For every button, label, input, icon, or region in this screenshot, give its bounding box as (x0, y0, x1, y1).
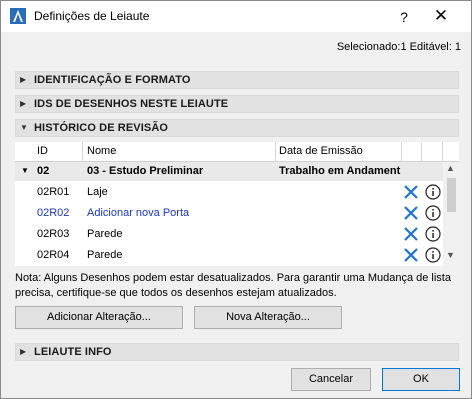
row-id: 02R02 (37, 207, 70, 219)
revision-group-row[interactable]: ▼ 02 03 - Estudo Preliminar Trabalho em … (15, 162, 443, 181)
help-button[interactable]: ? (394, 7, 414, 27)
column-header-data[interactable]: Data de Emissão (279, 145, 363, 157)
section-historico[interactable]: ▼ HISTÓRICO DE REVISÃO (15, 119, 459, 137)
close-button[interactable]: ✕ (431, 6, 451, 26)
column-separator (82, 142, 83, 162)
table-row[interactable]: 02R01 Laje (15, 182, 443, 203)
vertical-scrollbar[interactable]: ▲ ▼ (443, 162, 459, 266)
expand-arrow-icon: ▶ (20, 75, 27, 84)
revision-table: ID Nome Data de Emissão ▼ 02 03 - Estudo… (15, 142, 459, 266)
group-date: Trabalho em Andament (279, 165, 401, 177)
outdated-drawings-note: Nota: Alguns Desenhos podem estar desatu… (15, 272, 451, 299)
ok-button[interactable]: OK (382, 368, 460, 391)
section-label: IDENTIFICAÇÃO E FORMATO (34, 74, 191, 86)
row-id: 02R04 (37, 249, 70, 261)
column-separator (401, 142, 402, 162)
row-name: Parede (87, 228, 123, 240)
dialog-window: Definições de Leiaute ? ✕ Selecionado:1 … (0, 0, 472, 399)
remove-icon[interactable] (403, 226, 419, 242)
info-icon[interactable] (425, 205, 441, 221)
archicad-app-icon (10, 8, 26, 24)
column-separator (275, 142, 276, 162)
window-title: Definições de Leiaute (34, 9, 150, 23)
row-name: Adicionar nova Porta (87, 207, 190, 219)
cancel-button[interactable]: Cancelar (291, 368, 371, 391)
scroll-up-icon[interactable]: ▲ (446, 163, 455, 173)
column-header-id[interactable]: ID (37, 145, 48, 157)
new-revision-button[interactable]: Nova Alteração... (194, 306, 342, 329)
info-icon[interactable] (425, 247, 441, 263)
group-name: 03 - Estudo Preliminar (87, 165, 204, 177)
group-id: 02 (37, 165, 50, 177)
title-bar: Definições de Leiaute ? ✕ (1, 1, 471, 32)
remove-icon[interactable] (403, 184, 419, 200)
section-leiaute-info[interactable]: ▶ LEIAUTE INFO (15, 343, 459, 361)
selection-info: Selecionado:1 Editável: 1 (336, 41, 461, 53)
section-label: LEIAUTE INFO (34, 346, 112, 358)
remove-icon[interactable] (403, 205, 419, 221)
section-label: IDS DE DESENHOS NESTE LEIAUTE (34, 98, 229, 110)
section-label: HISTÓRICO DE REVISÃO (34, 122, 169, 134)
row-name: Laje (87, 186, 108, 198)
collapse-arrow-icon: ▼ (20, 123, 28, 132)
column-separator (421, 142, 422, 162)
scroll-thumb[interactable] (447, 178, 456, 212)
expand-arrow-icon: ▶ (20, 99, 27, 108)
section-identificacao[interactable]: ▶ IDENTIFICAÇÃO E FORMATO (15, 71, 459, 89)
scroll-down-icon[interactable]: ▼ (446, 250, 455, 260)
section-ids-desenhos[interactable]: ▶ IDS DE DESENHOS NESTE LEIAUTE (15, 95, 459, 113)
table-row[interactable]: 02R04 Parede (15, 245, 443, 266)
row-id: 02R03 (37, 228, 70, 240)
collapse-arrow-icon[interactable]: ▼ (21, 166, 29, 175)
add-revision-button[interactable]: Adicionar Alteração... (15, 306, 183, 329)
remove-icon[interactable] (403, 247, 419, 263)
expand-arrow-icon: ▶ (20, 347, 27, 356)
table-row[interactable]: 02R02 Adicionar nova Porta (15, 203, 443, 224)
row-id: 02R01 (37, 186, 70, 198)
table-header: ID Nome Data de Emissão (15, 142, 459, 162)
row-name: Parede (87, 249, 123, 261)
column-header-nome[interactable]: Nome (87, 145, 116, 157)
column-separator (442, 142, 443, 162)
info-icon[interactable] (425, 184, 441, 200)
info-icon[interactable] (425, 226, 441, 242)
table-row[interactable]: 02R03 Parede (15, 224, 443, 245)
